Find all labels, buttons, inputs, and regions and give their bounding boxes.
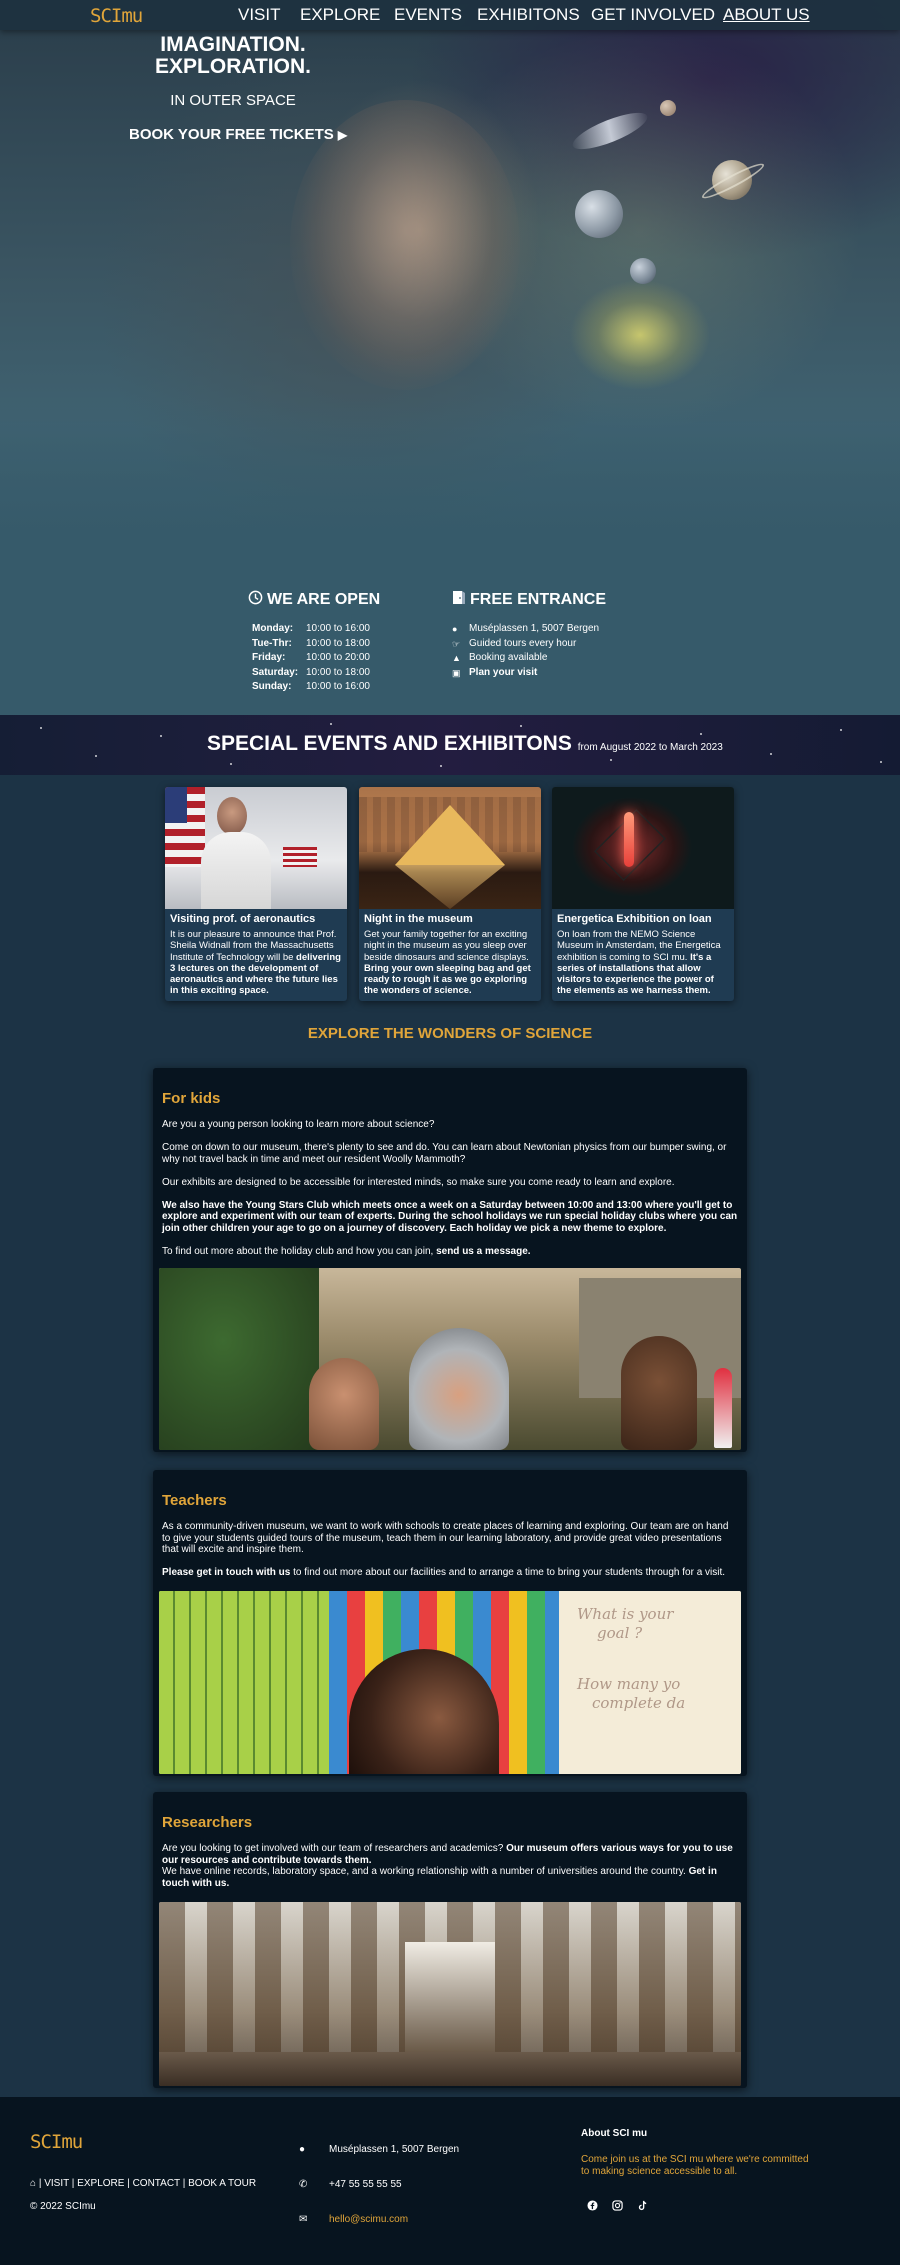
nav-about-us[interactable]: ABOUT US [723, 5, 810, 25]
hours-row: Friday: 10:00 to 20:00 [252, 652, 370, 663]
researchers-paragraph: We have online records, laboratory space… [162, 1866, 717, 1889]
phone-icon: ✆ [299, 2179, 308, 2190]
event-card-text: Get your family together for an exciting… [364, 929, 531, 997]
free-entrance: FREE ENTRANCE ● Muséplassen 1, 5007 Berge… [452, 590, 606, 680]
kids-paragraph: Are you a young person looking to learn … [162, 1119, 435, 1130]
hero-title-line2: EXPLORATION. [155, 55, 311, 78]
kids-paragraph: Come on down to our museum, there's plen… [162, 1142, 727, 1165]
louvre-pyramid-image [359, 787, 541, 909]
caret-right-icon: ▶ [337, 128, 348, 142]
comet-image [568, 105, 652, 157]
facebook-icon[interactable] [584, 2197, 600, 2213]
hero-title-line1: IMAGINATION. [160, 33, 306, 56]
planet-image [575, 190, 623, 238]
open-title: WE ARE OPEN [267, 591, 381, 608]
hours-row: Tue-Thr: 10:00 to 18:00 [252, 637, 370, 649]
event-card-title: Visiting prof. of aeronautics [170, 913, 316, 925]
instagram-icon[interactable] [609, 2197, 625, 2213]
tiktok-icon[interactable] [634, 2197, 650, 2213]
guide-icon: ☞ [452, 638, 461, 649]
nav-explore[interactable]: EXPLORE [300, 5, 380, 25]
entrance-item: ▲ Booking available [452, 651, 606, 666]
get-in-touch-link[interactable]: Please get in touch with us [162, 1567, 290, 1578]
footer-logo[interactable]: SCImu [30, 2131, 83, 2153]
events-date-range: from August 2022 to March 2023 [577, 742, 723, 753]
teachers-paragraph: Please get in touch with us to find out … [162, 1567, 726, 1578]
opening-hours: WE ARE OPEN Monday: 10:00 to 16:00 Tue-Th… [248, 590, 380, 695]
event-card[interactable]: Visiting prof. of aeronautics It is our … [165, 787, 347, 1001]
ticket-icon: ▣ [452, 667, 461, 678]
lamp-image [552, 787, 734, 909]
kids-paragraph: We also have the Young Stars Club which … [162, 1199, 738, 1234]
researchers-title: Researchers [162, 1814, 253, 1831]
door-icon [452, 590, 466, 610]
plan-visit-link[interactable]: ▣ Plan your visit [452, 666, 606, 681]
event-card[interactable]: Night in the museum Get your family toge… [359, 787, 541, 1001]
teacher-image: What is your goal ? How many yo complete… [159, 1591, 741, 1774]
hours-row: Sunday: 10:00 to 16:00 [252, 681, 370, 692]
kids-image [159, 1268, 741, 1450]
copyright: © 2022 SCImu [30, 2201, 96, 2212]
explore-heading: EXPLORE THE WONDERS OF SCIENCE [307, 1025, 593, 1042]
footer: SCImu ⌂ | VISIT | EXPLORE | CONTACT | BO… [0, 2097, 900, 2265]
teachers-paragraph: As a community-driven museum, we want to… [162, 1521, 729, 1555]
footer-links: ⌂ | VISIT | EXPLORE | CONTACT | BOOK A T… [30, 2178, 257, 2189]
whiteboard-text: What is your goal ? How many yo complete… [577, 1605, 686, 1712]
event-card-title: Night in the museum [364, 913, 473, 925]
hours-row: Monday: 10:00 to 16:00 [252, 623, 370, 634]
book-tickets-button[interactable]: BOOK YOUR FREE TICKETS ▶ [129, 126, 347, 143]
kids-title: For kids [162, 1090, 221, 1107]
entrance-item: ● Muséplassen 1, 5007 Bergen [452, 622, 606, 637]
nav-exhibitons[interactable]: EXHIBITONS [477, 5, 580, 25]
entrance-item: ☞ Guided tours every hour [452, 637, 606, 652]
nav-get-involved[interactable]: GET INVOLVED [591, 5, 715, 25]
hero: SCImu VISIT EXPLORE EVENTS EXHIBITONS GE… [0, 0, 900, 715]
envelope-icon: ✉ [299, 2214, 308, 2225]
building-icon: ▲ [452, 653, 461, 663]
entrance-title: FREE ENTRANCE [470, 591, 607, 608]
hero-text: IMAGINATION. EXPLORATION. IN OUTER SPACE [128, 33, 338, 110]
home-icon[interactable]: ⌂ [30, 2178, 36, 2189]
event-card[interactable]: Energetica Exhibition on loan On loan fr… [552, 787, 734, 1001]
girl-image [290, 100, 520, 390]
logo[interactable]: SCImu [90, 5, 143, 27]
send-message-link[interactable]: send us a message. [436, 1246, 531, 1257]
nav-events[interactable]: EVENTS [394, 5, 462, 25]
kids-paragraph: Our exhibits are designed to be accessib… [162, 1176, 675, 1188]
about-title: About SCI mu [581, 2128, 648, 2139]
clock-icon [248, 590, 263, 610]
footer-email[interactable]: ✉ hello@scimu.com [299, 2214, 408, 2225]
hours-row: Saturday: 10:00 to 18:00 [252, 666, 370, 678]
kids-section: For kids Are you a young person looking … [153, 1068, 747, 1452]
nav-visit[interactable]: VISIT [238, 5, 281, 25]
museum-hall-image [159, 1902, 741, 2086]
events-title: SPECIAL EVENTS AND EXHIBITONS from Augus… [207, 732, 723, 755]
teachers-section: Teachers As a community-driven museum, w… [153, 1470, 747, 1776]
map-pin-icon: ● [452, 624, 458, 634]
event-card-text: On loan from the NEMO Science Museum in … [557, 929, 721, 997]
map-pin-icon: ● [299, 2144, 306, 2155]
about-text: Come join us at the SCI mu where we're c… [581, 2154, 809, 2177]
footer-address: ● Muséplassen 1, 5007 Bergen [299, 2144, 460, 2155]
researchers-paragraph: Are you looking to get involved with our… [162, 1843, 733, 1866]
kids-paragraph: To find out more about the holiday club … [162, 1245, 531, 1257]
hero-subtitle: IN OUTER SPACE [170, 92, 296, 109]
astronaut-image [165, 787, 347, 909]
footer-phone: ✆ +47 55 55 55 55 [299, 2179, 402, 2190]
event-card-text: It is our pleasure to announce that Prof… [170, 929, 341, 997]
book-tickets-label: BOOK YOUR FREE TICKETS [129, 126, 334, 143]
researchers-section: Researchers Are you looking to get invol… [153, 1792, 747, 2088]
teachers-title: Teachers [162, 1492, 227, 1509]
events-banner: SPECIAL EVENTS AND EXHIBITONS from Augus… [0, 715, 900, 775]
event-card-title: Energetica Exhibition on loan [557, 913, 712, 925]
navbar: SCImu VISIT EXPLORE EVENTS EXHIBITONS GE… [0, 0, 900, 30]
